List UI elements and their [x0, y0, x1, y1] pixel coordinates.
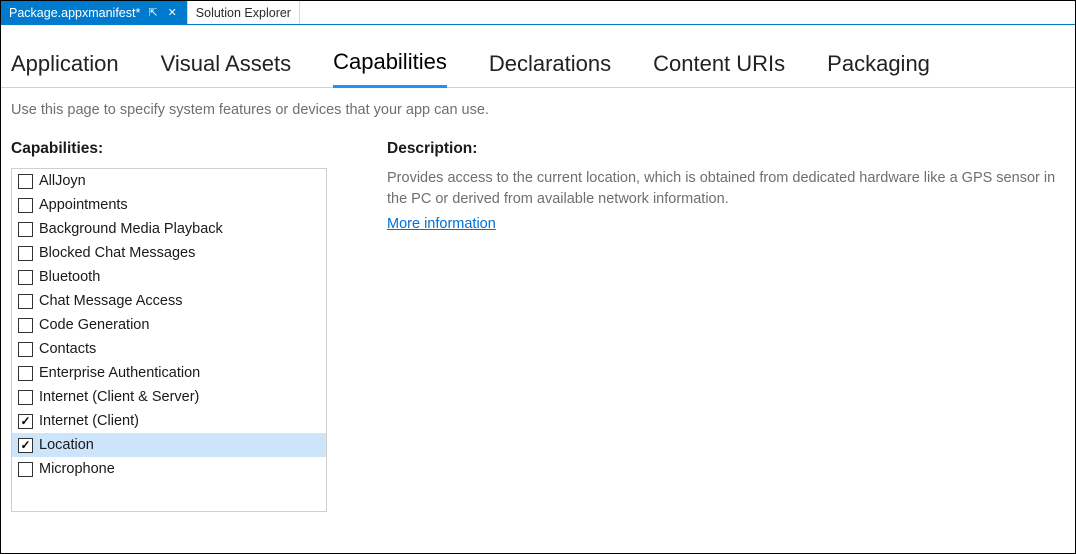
manifest-nav-tabs: Application Visual Assets Capabilities Decl… [1, 25, 1075, 88]
capability-row[interactable]: Background Media Playback [12, 217, 326, 241]
capability-row[interactable]: Bluetooth [12, 265, 326, 289]
manifest-editor: Package.appxmanifest* ⇱ ✕ Solution Explo… [0, 0, 1076, 554]
capability-checkbox[interactable] [18, 462, 33, 477]
capability-checkbox[interactable] [18, 270, 33, 285]
capability-checkbox[interactable] [18, 390, 33, 405]
capability-checkbox[interactable] [18, 438, 33, 453]
capabilities-list[interactable]: AllJoyn Appointments Background Media Play… [11, 168, 327, 512]
capabilities-title: Capabilities: [11, 140, 327, 158]
capabilities-column: Capabilities: AllJoyn Appointments Backgro… [11, 140, 327, 553]
capability-row[interactable]: Appointments [12, 193, 326, 217]
nav-tab-packaging[interactable]: Packaging [827, 51, 930, 87]
capability-label: Enterprise Authentication [39, 365, 200, 381]
capability-label: Background Media Playback [39, 221, 223, 237]
doc-tab-label: Package.appxmanifest* [9, 6, 140, 20]
capability-checkbox[interactable] [18, 198, 33, 213]
capability-row[interactable]: Enterprise Authentication [12, 361, 326, 385]
capability-row[interactable]: Code Generation [12, 313, 326, 337]
capability-label: Microphone [39, 461, 115, 477]
capability-checkbox[interactable] [18, 174, 33, 189]
capability-row[interactable]: Contacts [12, 337, 326, 361]
description-text: Provides access to the current location,… [387, 168, 1065, 210]
capability-label: Appointments [39, 197, 128, 213]
nav-tab-content-uris[interactable]: Content URIs [653, 51, 785, 87]
doc-tab-solution-explorer[interactable]: Solution Explorer [188, 1, 300, 24]
close-icon[interactable]: ✕ [166, 6, 179, 19]
capability-row[interactable]: Internet (Client) [12, 409, 326, 433]
pin-icon[interactable]: ⇱ [146, 6, 159, 19]
more-information-link[interactable]: More information [387, 216, 1065, 232]
capability-checkbox[interactable] [18, 342, 33, 357]
capability-row[interactable]: Internet (Client & Server) [12, 385, 326, 409]
page-hint: Use this page to specify system features… [1, 88, 1075, 122]
capability-row[interactable]: Chat Message Access [12, 289, 326, 313]
document-tab-bar: Package.appxmanifest* ⇱ ✕ Solution Explo… [1, 1, 1075, 25]
capability-checkbox[interactable] [18, 246, 33, 261]
capability-checkbox[interactable] [18, 318, 33, 333]
capability-row[interactable]: Location [12, 433, 326, 457]
capability-row[interactable]: AllJoyn [12, 169, 326, 193]
capability-row[interactable]: Microphone [12, 457, 326, 481]
nav-tab-declarations[interactable]: Declarations [489, 51, 611, 87]
capability-label: Bluetooth [39, 269, 100, 285]
capability-row[interactable]: Blocked Chat Messages [12, 241, 326, 265]
capability-label: Blocked Chat Messages [39, 245, 195, 261]
capability-label: Internet (Client & Server) [39, 389, 199, 405]
description-column: Description: Provides access to the curr… [387, 140, 1065, 553]
description-title: Description: [387, 140, 1065, 158]
capability-checkbox[interactable] [18, 222, 33, 237]
capability-label: Code Generation [39, 317, 149, 333]
nav-tab-visual-assets[interactable]: Visual Assets [161, 51, 291, 87]
capability-label: Chat Message Access [39, 293, 182, 309]
capability-label: Internet (Client) [39, 413, 139, 429]
capability-checkbox[interactable] [18, 366, 33, 381]
capability-checkbox[interactable] [18, 294, 33, 309]
content-body: Capabilities: AllJoyn Appointments Backgro… [1, 122, 1075, 553]
capability-label: Contacts [39, 341, 96, 357]
nav-tab-application[interactable]: Application [11, 51, 119, 87]
doc-tab-manifest[interactable]: Package.appxmanifest* ⇱ ✕ [1, 1, 188, 24]
nav-tab-capabilities[interactable]: Capabilities [333, 49, 447, 88]
doc-tab-label: Solution Explorer [196, 6, 291, 20]
capability-checkbox[interactable] [18, 414, 33, 429]
capability-label: Location [39, 437, 94, 453]
capability-label: AllJoyn [39, 173, 86, 189]
